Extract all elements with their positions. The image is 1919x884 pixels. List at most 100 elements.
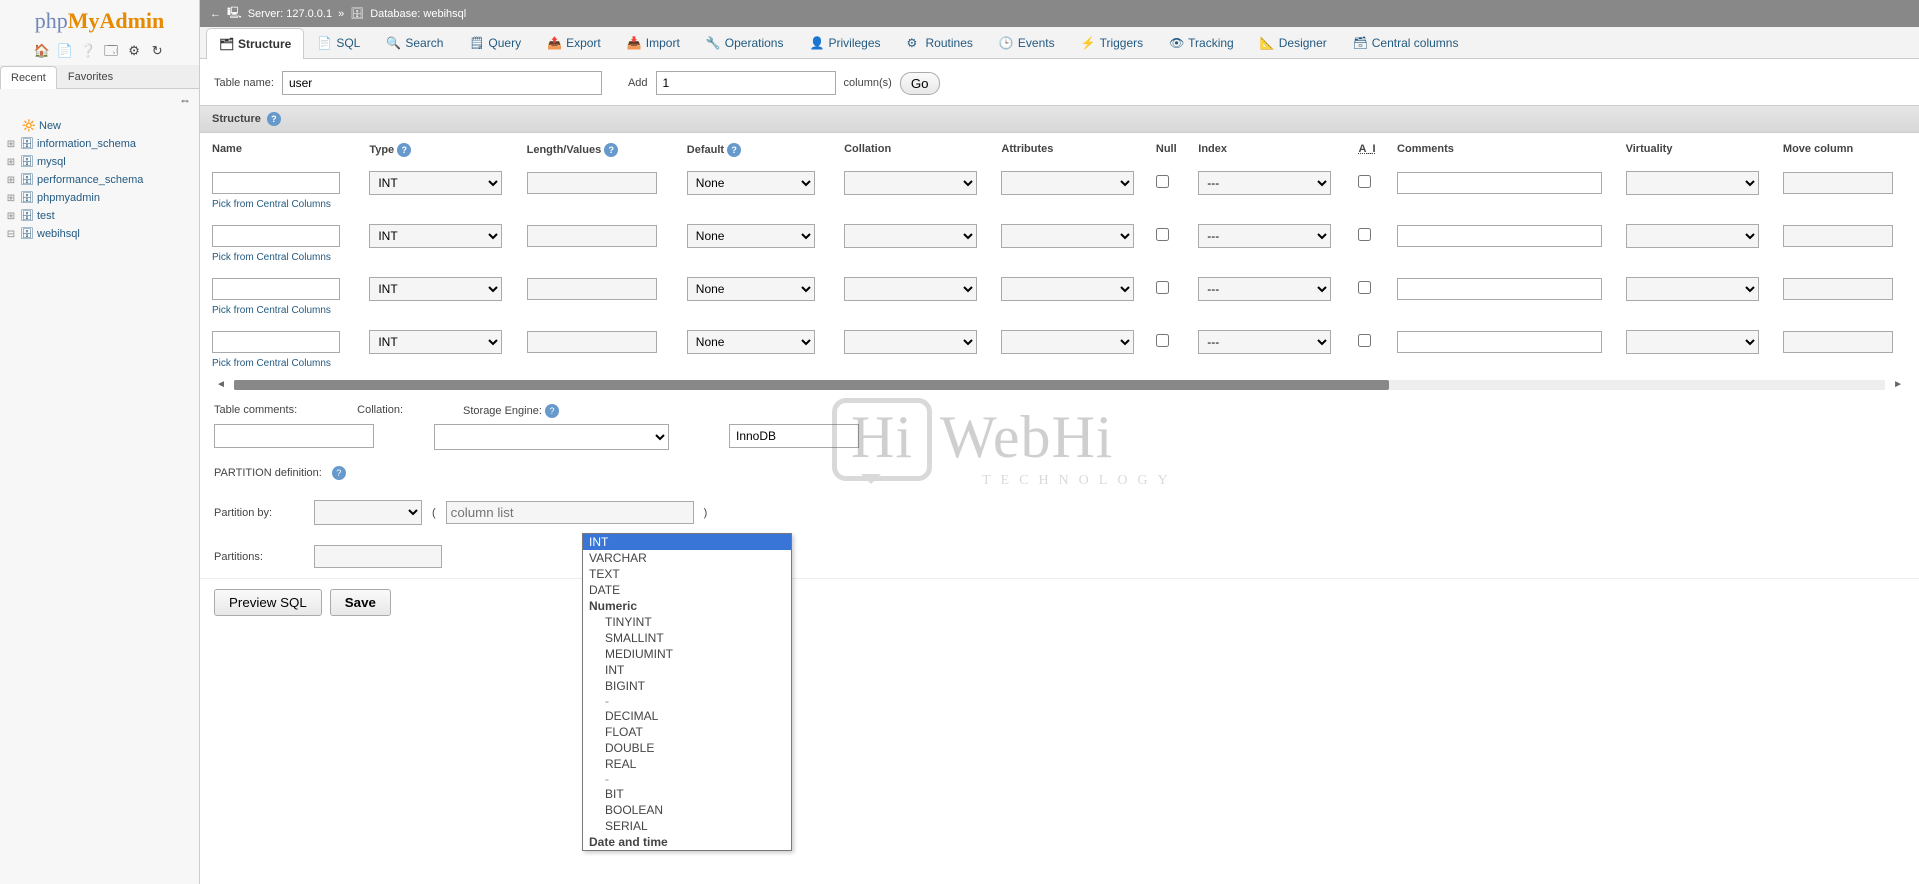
tree-db-phpmyadmin[interactable]: ⊞🗄 phpmyadmin [4, 189, 195, 207]
type-option[interactable]: BIGINT [583, 678, 791, 694]
tab-central-columns[interactable]: 🗃Central columns [1340, 27, 1472, 58]
col-virtuality-select[interactable] [1626, 224, 1759, 248]
help-icon[interactable]: ? [332, 466, 346, 480]
help-icon[interactable]: ? [604, 143, 618, 157]
type-option[interactable]: SERIAL [583, 818, 791, 834]
tree-db-webihsql[interactable]: ⊟🗄 webihsql [4, 225, 195, 243]
col-virtuality-select[interactable] [1626, 330, 1759, 354]
col-virtuality-select[interactable] [1626, 277, 1759, 301]
type-option[interactable]: BIT [583, 786, 791, 802]
expand-icon[interactable]: ⊞ [4, 175, 18, 186]
horizontal-scrollbar[interactable]: ◄ ► [200, 377, 1919, 392]
tab-tracking[interactable]: 👁Tracking [1156, 27, 1247, 58]
tab-sql[interactable]: 📄SQL [304, 27, 373, 58]
col-name-input[interactable] [212, 331, 340, 353]
type-dropdown[interactable]: INT VARCHAR TEXT DATE Numeric TINYINT SM… [582, 533, 792, 851]
col-null-checkbox[interactable] [1156, 228, 1169, 241]
col-ai-checkbox[interactable] [1358, 228, 1371, 241]
tree-db-performance_schema[interactable]: ⊞🗄 performance_schema [4, 171, 195, 189]
col-null-checkbox[interactable] [1156, 175, 1169, 188]
tab-structure[interactable]: 🗂Structure [206, 28, 304, 59]
tab-export[interactable]: 📤Export [534, 27, 614, 58]
col-type-select[interactable]: INT [369, 171, 502, 195]
col-index-select[interactable]: --- [1198, 224, 1331, 248]
col-attributes-select[interactable] [1001, 171, 1134, 195]
scroll-right-icon[interactable]: ► [1889, 379, 1907, 390]
collation-select[interactable] [434, 424, 669, 450]
col-attributes-select[interactable] [1001, 330, 1134, 354]
storage-engine-input[interactable] [729, 424, 859, 448]
go-button[interactable]: Go [900, 72, 940, 95]
col-length-input[interactable] [527, 278, 657, 300]
col-comments-input[interactable] [1397, 172, 1602, 194]
partition-by-select[interactable] [314, 500, 422, 525]
tab-designer[interactable]: 📐Designer [1247, 27, 1340, 58]
col-comments-input[interactable] [1397, 331, 1602, 353]
help-icon[interactable]: ? [545, 404, 559, 418]
col-ai-checkbox[interactable] [1358, 175, 1371, 188]
col-length-input[interactable] [527, 331, 657, 353]
col-name-input[interactable] [212, 172, 340, 194]
col-type-select[interactable]: INT [369, 224, 502, 248]
col-name-input[interactable] [212, 225, 340, 247]
col-virtuality-select[interactable] [1626, 171, 1759, 195]
col-index-select[interactable]: --- [1198, 330, 1331, 354]
type-option[interactable]: INT [583, 662, 791, 678]
tab-operations[interactable]: 🔧Operations [693, 27, 797, 58]
col-null-checkbox[interactable] [1156, 334, 1169, 347]
tree-new[interactable]: 🔆 New [4, 117, 195, 135]
col-collation-select[interactable] [844, 330, 977, 354]
tab-import[interactable]: 📥Import [614, 27, 693, 58]
type-option[interactable]: TEXT [583, 566, 791, 582]
col-type-select[interactable]: INT [369, 330, 502, 354]
col-type-select[interactable]: INT [369, 277, 502, 301]
scroll-left-icon[interactable]: ◄ [212, 379, 230, 390]
col-index-select[interactable]: --- [1198, 277, 1331, 301]
tab-routines[interactable]: ⚙Routines [894, 27, 986, 58]
settings-icon[interactable]: ⚙ [126, 43, 142, 59]
tab-search[interactable]: 🔍Search [373, 27, 456, 58]
collapse-icon[interactable]: ⇔ [179, 93, 191, 107]
type-option[interactable]: INT [583, 534, 791, 550]
type-option[interactable]: DATE [583, 582, 791, 598]
col-move-input[interactable] [1783, 172, 1893, 194]
tab-recent[interactable]: Recent [0, 66, 57, 89]
type-option[interactable]: FLOAT [583, 724, 791, 740]
type-option[interactable]: REAL [583, 756, 791, 772]
col-move-input[interactable] [1783, 225, 1893, 247]
collapse-icon[interactable]: ⊟ [4, 229, 18, 240]
col-attributes-select[interactable] [1001, 277, 1134, 301]
col-default-select[interactable]: None [687, 171, 815, 195]
partition-columns-input[interactable] [446, 501, 694, 524]
phpmyadmin-logo[interactable]: phpMyAdmin [0, 0, 199, 38]
tab-triggers[interactable]: ⚡Triggers [1068, 27, 1157, 58]
type-option[interactable]: MEDIUMINT [583, 646, 791, 662]
tree-db-test[interactable]: ⊞🗄 test [4, 207, 195, 225]
breadcrumb-database[interactable]: Database: webihsql [370, 8, 466, 20]
tab-favorites[interactable]: Favorites [57, 65, 124, 88]
col-default-select[interactable]: None [687, 224, 815, 248]
tree-db-mysql[interactable]: ⊞🗄 mysql [4, 153, 195, 171]
logout-icon[interactable]: 📄 [57, 43, 73, 59]
expand-icon[interactable]: ⊞ [4, 193, 18, 204]
table-comments-input[interactable] [214, 424, 374, 448]
type-option[interactable]: TINYINT [583, 614, 791, 630]
partitions-count-input[interactable] [314, 545, 442, 568]
type-option[interactable]: DOUBLE [583, 740, 791, 756]
col-length-input[interactable] [527, 172, 657, 194]
preview-sql-button[interactable]: Preview SQL [214, 589, 322, 616]
col-ai-checkbox[interactable] [1358, 334, 1371, 347]
pick-central-link[interactable]: Pick from Central Columns [200, 356, 1919, 377]
type-option[interactable]: VARCHAR [583, 550, 791, 566]
tab-privileges[interactable]: 👤Privileges [796, 27, 893, 58]
type-option[interactable]: DECIMAL [583, 708, 791, 724]
col-collation-select[interactable] [844, 224, 977, 248]
pick-central-link[interactable]: Pick from Central Columns [200, 303, 1919, 324]
tablename-input[interactable] [282, 71, 602, 95]
pick-central-link[interactable]: Pick from Central Columns [200, 197, 1919, 218]
tab-query[interactable]: 🗒Query [456, 27, 534, 58]
help-icon[interactable]: ? [727, 143, 741, 157]
home-icon[interactable]: 🏠 [34, 43, 50, 59]
col-name-input[interactable] [212, 278, 340, 300]
col-comments-input[interactable] [1397, 278, 1602, 300]
